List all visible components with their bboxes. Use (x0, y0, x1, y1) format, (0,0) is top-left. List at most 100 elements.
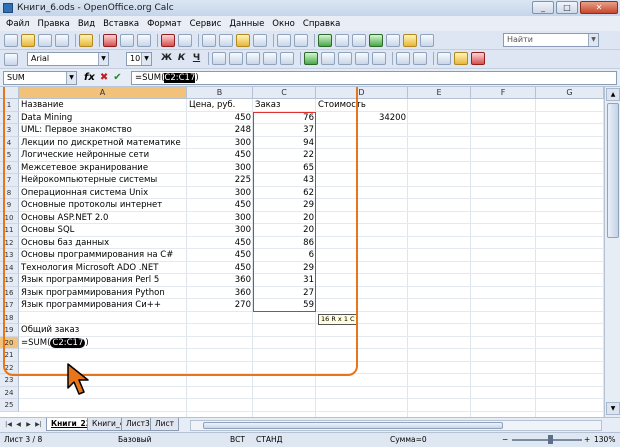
zoom-in-icon[interactable]: + (584, 433, 590, 447)
undo-icon[interactable] (277, 33, 291, 47)
column-gridline (407, 99, 408, 417)
align-center-icon[interactable] (229, 52, 243, 65)
align-right-icon[interactable] (246, 52, 260, 65)
scroll-up-icon[interactable]: ▲ (606, 88, 620, 101)
scroll-down-icon[interactable]: ▼ (606, 402, 620, 415)
cut-icon[interactable] (202, 33, 216, 47)
zoom-slider[interactable] (512, 439, 582, 441)
last-sheet-icon[interactable]: ▶| (34, 420, 43, 430)
decrease-indent-icon[interactable] (396, 52, 410, 65)
autospell-icon[interactable] (178, 33, 192, 47)
chevron-down-icon[interactable]: ▼ (66, 72, 76, 84)
chevron-down-icon[interactable]: ▼ (141, 53, 151, 65)
row-header-25[interactable]: 25 (0, 399, 19, 412)
currency-format-icon[interactable] (304, 52, 318, 65)
open-folder-icon[interactable] (21, 33, 35, 47)
new-document-icon[interactable] (4, 33, 18, 47)
copy-icon[interactable] (219, 33, 233, 47)
paste-icon[interactable] (236, 33, 250, 47)
sort-descending-icon[interactable] (352, 33, 366, 47)
align-left-icon[interactable] (212, 52, 226, 65)
edit-file-icon[interactable] (79, 33, 93, 47)
styles-icon[interactable] (4, 52, 18, 66)
gallery-icon[interactable] (420, 33, 434, 47)
menu-tools[interactable]: Сервис (186, 19, 226, 29)
insert-mode[interactable]: ВСТ (230, 433, 245, 447)
chart-icon[interactable] (369, 33, 383, 47)
percent-format-icon[interactable] (321, 52, 335, 65)
justify-icon[interactable] (263, 52, 277, 65)
redo-icon[interactable] (294, 33, 308, 47)
calc-app-icon (3, 3, 13, 13)
print-icon[interactable] (120, 33, 134, 47)
toolbar-separator (198, 33, 199, 47)
menu-data[interactable]: Данные (225, 19, 268, 29)
chevron-down-icon[interactable]: ▼ (588, 34, 598, 46)
add-decimal-icon[interactable] (355, 52, 369, 65)
print-preview-icon[interactable] (137, 33, 151, 47)
minimize-button[interactable]: _ (532, 1, 554, 14)
increase-indent-icon[interactable] (413, 52, 427, 65)
column-header-f[interactable]: F (471, 87, 536, 99)
selection-mode[interactable]: СТАНД (256, 433, 282, 447)
menu-view[interactable]: Вид (74, 19, 99, 29)
menu-window[interactable]: Окно (268, 19, 299, 29)
borders-icon[interactable] (437, 52, 451, 65)
email-icon[interactable] (55, 33, 69, 47)
draw-functions-icon[interactable] (386, 33, 400, 47)
formula-range: C2:C17 (164, 73, 196, 83)
formula-input[interactable]: =SUM(C2:C17) (131, 71, 617, 85)
mouse-pointer-icon (67, 363, 89, 395)
sheet-position: Лист 3 / 8 (4, 435, 43, 444)
sort-ascending-icon[interactable] (335, 33, 349, 47)
background-color-icon[interactable] (454, 52, 468, 65)
first-sheet-icon[interactable]: |◀ (4, 420, 13, 430)
chevron-down-icon[interactable]: ▼ (98, 53, 108, 65)
column-header-e[interactable]: E (408, 87, 471, 99)
merge-cells-icon[interactable] (280, 52, 294, 65)
name-box[interactable]: SUM ▼ (3, 71, 77, 85)
bold-icon[interactable]: Ж (160, 52, 173, 65)
hyperlink-icon[interactable] (318, 33, 332, 47)
row-header-24[interactable]: 24 (0, 386, 19, 399)
title-bar: Книги_6.ods - OpenOffice.org Calc _ □ ✕ (0, 0, 620, 16)
function-wizard-icon[interactable]: fx (84, 72, 95, 83)
export-pdf-icon[interactable] (103, 33, 117, 47)
format-paintbrush-icon[interactable] (253, 33, 267, 47)
scroll-thumb[interactable] (607, 103, 619, 238)
sheet-tab-list[interactable]: Лист (150, 418, 180, 431)
horizontal-scroll-thumb[interactable] (203, 422, 503, 429)
row-gridline (19, 410, 604, 412)
find-box[interactable]: Найти ▼ (503, 33, 599, 47)
underline-icon[interactable]: Ч (190, 52, 203, 65)
vertical-scrollbar[interactable]: ▲ ▼ (604, 87, 620, 417)
zoom-level[interactable]: 130% (594, 433, 615, 447)
number-format-icon[interactable] (338, 52, 352, 65)
font-size-select[interactable]: 10 ▼ (126, 52, 152, 66)
menu-help[interactable]: Справка (299, 19, 344, 29)
close-button[interactable]: ✕ (580, 1, 618, 14)
spreadsheet-grid[interactable]: A B C D E F G 1 2 3 4 5 6 7 8 9 10 11 12 13 14 15 16 17 18 19 20 21… (0, 87, 604, 417)
navigator-icon[interactable] (403, 33, 417, 47)
horizontal-scrollbar[interactable] (190, 420, 602, 431)
cancel-icon[interactable]: ✖ (100, 72, 108, 83)
accept-icon[interactable]: ✔ (113, 72, 121, 83)
previous-sheet-icon[interactable]: ◀ (14, 420, 23, 430)
zoom-slider-thumb[interactable] (548, 435, 553, 444)
menu-file[interactable]: Файл (2, 19, 33, 29)
maximize-button[interactable]: □ (556, 1, 578, 14)
font-color-icon[interactable] (471, 52, 485, 65)
italic-icon[interactable]: К (175, 52, 188, 65)
column-header-g[interactable]: G (536, 87, 604, 99)
spellcheck-icon[interactable] (161, 33, 175, 47)
next-sheet-icon[interactable]: ▶ (24, 420, 33, 430)
menu-edit[interactable]: Правка (33, 19, 73, 29)
menu-insert[interactable]: Вставка (99, 19, 143, 29)
zoom-out-icon[interactable]: − (502, 433, 508, 447)
font-name-value: Arial (31, 54, 50, 63)
font-name-select[interactable]: Arial ▼ (27, 52, 109, 66)
save-icon[interactable] (38, 33, 52, 47)
remove-decimal-icon[interactable] (372, 52, 386, 65)
menu-format[interactable]: Формат (143, 19, 186, 29)
toolbar-separator (314, 33, 315, 47)
